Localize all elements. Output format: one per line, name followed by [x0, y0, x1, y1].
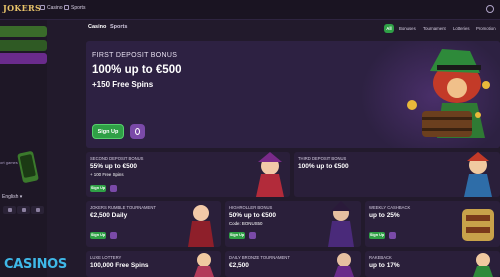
hero-spins: +150 Free Spins	[92, 80, 154, 89]
filter-tournament[interactable]: Tournament	[423, 24, 446, 33]
hero-banner: FIRST DEPOSIT BONUS 100% up to €500 +150…	[86, 41, 500, 148]
promo-card-luxe-lottery[interactable]: LUXE LOTTERY 100,000 Free Spins	[86, 251, 221, 277]
top-bar: JOKERS Casino Sports	[0, 0, 500, 20]
sidebar-button-left[interactable]	[3, 206, 16, 214]
promo-card-bronze-tournament[interactable]: DAILY BRONZE TOURNAMENT €2,500	[225, 251, 361, 277]
sidebar-button-middle[interactable]	[17, 206, 30, 214]
language-selector[interactable]: English ▾	[2, 194, 22, 200]
promo-card-second-deposit[interactable]: SECOND DEPOSIT BONUS 55% up to €500 + 10…	[86, 152, 290, 197]
watermark-logo: CASINOS	[4, 257, 67, 272]
tab-casino[interactable]: Casino	[88, 24, 106, 30]
sidebar-side-text: ort games	[0, 160, 18, 165]
casino-icon	[40, 5, 45, 11]
info-button[interactable]	[110, 232, 117, 239]
hero-info-button[interactable]	[130, 124, 145, 139]
promo-card-weekly-cashback[interactable]: WEEKLY CASHBACK up to 25% Sign Up	[365, 201, 500, 247]
hero-label: FIRST DEPOSIT BONUS	[92, 52, 178, 59]
promo-card-rumble-tournament[interactable]: JOKERS RUMBLE TOURNAMENT €2,500 Daily Si…	[86, 201, 221, 247]
info-icon	[135, 128, 140, 135]
nav-casino[interactable]: Casino	[40, 5, 63, 11]
leprechaun-illustration	[407, 49, 490, 138]
info-button[interactable]	[249, 232, 256, 239]
sidebar-banner-sports[interactable]	[0, 40, 47, 51]
filter-lotteries[interactable]: Lotteries	[453, 24, 469, 33]
site-logo[interactable]: JOKERS	[3, 3, 41, 13]
filter-promotion[interactable]: Promotion	[476, 24, 496, 33]
promo-card-highroller[interactable]: HIGHROLLER BONUS 50% up to €500 Code: BO…	[225, 201, 361, 247]
lottery-illustration	[194, 253, 214, 277]
cashback-illustration	[462, 209, 494, 241]
mobile-app-icon[interactable]	[17, 150, 39, 184]
hero-signup-button[interactable]: Sign Up	[92, 124, 124, 139]
nav-sports[interactable]: Sports	[64, 5, 85, 11]
signup-button[interactable]: Sign Up	[229, 232, 245, 239]
joker-man-illustration	[464, 152, 492, 197]
joker-villain-illustration	[328, 201, 354, 247]
joker-lady-illustration	[188, 205, 214, 247]
sidebar-banner-live[interactable]	[0, 53, 47, 64]
tournament-illustration	[334, 253, 354, 277]
info-button[interactable]	[110, 185, 117, 192]
chevron-down-icon: ▾	[19, 194, 23, 200]
tab-sports[interactable]: Sports	[110, 24, 127, 30]
filter-bonuses[interactable]: Bonuses	[399, 24, 416, 33]
hero-amount: 100% up to €500	[92, 64, 182, 76]
joker-woman-illustration	[256, 152, 284, 197]
search-icon[interactable]	[486, 5, 494, 13]
signup-button[interactable]: Sign Up	[90, 232, 106, 239]
sidebar: ort games English ▾	[0, 20, 47, 277]
promo-card-rakeback[interactable]: RAKEBACK up to 17%	[365, 251, 500, 277]
rakeback-illustration	[473, 253, 493, 277]
signup-button[interactable]: Sign Up	[369, 232, 385, 239]
filter-all[interactable]: All	[384, 24, 394, 33]
promo-card-third-deposit[interactable]: THIRD DEPOSIT BONUS 100% up to €500	[294, 152, 500, 197]
sidebar-banner-casino[interactable]	[0, 26, 47, 37]
sports-icon	[64, 5, 69, 11]
sidebar-button-right[interactable]	[31, 206, 44, 214]
info-button[interactable]	[389, 232, 396, 239]
signup-button[interactable]: Sign Up	[90, 185, 106, 192]
